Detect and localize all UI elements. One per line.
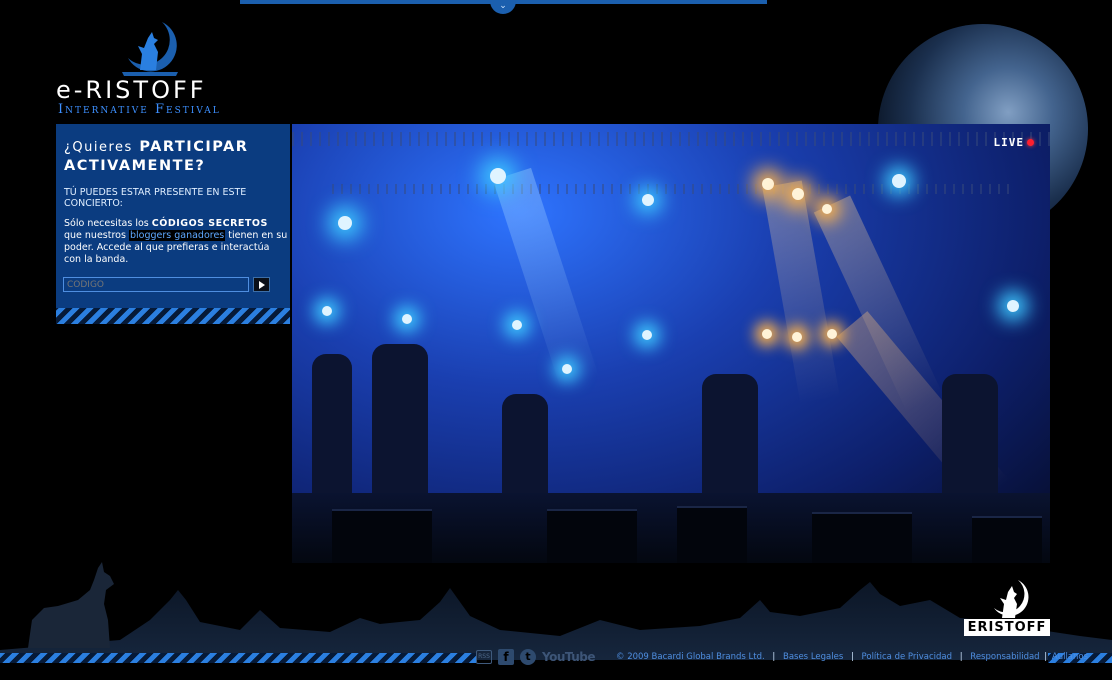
badge-label: ERISTOFF <box>964 619 1050 636</box>
privacy-policy-link[interactable]: Política de Privacidad <box>862 652 952 662</box>
stage-light <box>642 194 654 206</box>
live-indicator: LIVE <box>993 136 1034 149</box>
panel-title: ¿Quieres PARTICIPAR ACTIVAMENTE? <box>64 138 286 176</box>
stage-light <box>322 306 332 316</box>
footer-stripes <box>0 653 476 663</box>
stage-truss <box>292 132 1050 146</box>
logo-subtitle: Internative Festival <box>58 102 221 117</box>
logo-name: e-RISTOFF <box>56 76 207 104</box>
footer-links: © 2009 Bacardi Global Brands Ltd. | Base… <box>616 652 1089 662</box>
legal-bases-link[interactable]: Bases Legales <box>783 652 843 662</box>
stage-speaker <box>677 506 747 563</box>
panel-text-2: que nuestros <box>64 230 126 241</box>
stage-speaker <box>812 512 912 563</box>
stage-light <box>892 174 906 188</box>
stage-light <box>762 329 772 339</box>
submit-code-button[interactable] <box>253 277 270 292</box>
stage-speaker <box>972 516 1042 563</box>
social-links: RSS f t YouTube <box>476 648 596 666</box>
stage-light <box>827 329 837 339</box>
aullanos-link[interactable]: Aullanos <box>1052 652 1088 662</box>
city-skyline <box>0 582 1112 660</box>
concert-video[interactable]: LIVE <box>292 124 1050 563</box>
stage-light <box>490 168 506 184</box>
copyright: © 2009 Bacardi Global Brands Ltd. <box>616 652 765 662</box>
eristoff-logo[interactable]: e-RISTOFF Internative Festival <box>56 18 236 118</box>
stage-speaker <box>332 509 432 563</box>
stage-light <box>642 330 652 340</box>
live-label: LIVE <box>993 136 1024 149</box>
stage-light <box>792 188 804 200</box>
responsibility-link[interactable]: Responsabilidad <box>970 652 1039 662</box>
band-member <box>312 354 352 504</box>
wolf-moon-icon <box>994 580 1029 618</box>
light-beam <box>492 167 600 390</box>
stage-light <box>562 364 572 374</box>
stage-light <box>338 216 352 230</box>
panel-text-1: Sólo necesitas los <box>64 218 149 229</box>
stage-truss <box>332 184 1012 194</box>
band-member <box>372 344 428 514</box>
live-dot-icon <box>1027 139 1034 146</box>
youtube-icon[interactable]: YouTube <box>542 650 596 664</box>
stage-light <box>512 320 522 330</box>
eristoff-badge[interactable]: ERISTOFF <box>962 578 1052 640</box>
stage-light <box>822 204 832 214</box>
bloggers-link[interactable]: bloggers ganadores <box>128 230 226 241</box>
panel-description: Sólo necesitas los CÓDIGOS SECRETOS que … <box>64 218 288 266</box>
stage-speaker <box>547 509 637 563</box>
code-input[interactable] <box>63 277 249 292</box>
stage-light <box>792 332 802 342</box>
facebook-icon[interactable]: f <box>498 649 514 665</box>
panel-text-bold: CÓDIGOS SECRETOS <box>151 218 268 229</box>
wolf-silhouette-icon <box>28 562 114 648</box>
rss-icon[interactable]: RSS <box>476 650 492 664</box>
stage-light <box>762 178 774 190</box>
stage-light <box>1007 300 1019 312</box>
stage-light <box>402 314 412 324</box>
chevron-down-icon[interactable]: ⌄ <box>490 0 516 14</box>
panel-stripes <box>56 308 290 324</box>
participate-panel: ¿Quieres PARTICIPAR ACTIVAMENTE? TÚ PUED… <box>56 124 290 324</box>
wolf-moon-icon <box>122 22 178 76</box>
panel-title-prefix: ¿Quieres <box>64 140 133 155</box>
twitter-icon[interactable]: t <box>520 649 536 665</box>
panel-lead: TÚ PUEDES ESTAR PRESENTE EN ESTE CONCIER… <box>64 187 247 209</box>
